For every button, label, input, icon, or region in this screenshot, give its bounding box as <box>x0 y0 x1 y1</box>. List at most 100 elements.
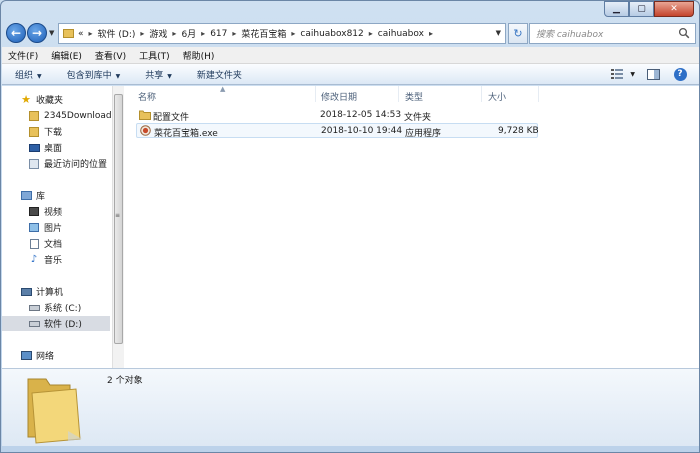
nav-item-documents[interactable]: 文档 <box>28 236 62 251</box>
menu-view[interactable]: 查看(V) <box>95 49 126 62</box>
include-library-label: 包含到库中 <box>66 70 112 81</box>
content-area: ★ 收藏夹 2345Downloads 下载 桌面 最近访问的位置 库 视频 图… <box>2 85 699 368</box>
nav-item-videos[interactable]: 视频 <box>28 204 62 219</box>
scrollbar-grip-icon: ≡ <box>115 212 121 219</box>
breadcrumb-overflow[interactable]: « <box>78 29 84 39</box>
nav-label: 系统 (C:) <box>44 304 82 314</box>
column-divider[interactable] <box>315 86 316 102</box>
forward-arrow-icon: → <box>31 26 43 40</box>
view-controls: ▼ ? <box>601 66 689 82</box>
details-view-icon <box>611 69 624 79</box>
recent-places-icon <box>28 158 40 169</box>
chevron-down-icon[interactable]: ▼ <box>630 71 635 78</box>
menu-tools[interactable]: 工具(T) <box>139 49 170 62</box>
close-button[interactable]: ✕ <box>654 1 694 17</box>
breadcrumb-separator-icon[interactable]: ▸ <box>201 29 205 38</box>
nav-favorites[interactable]: ★ 收藏夹 <box>20 92 63 107</box>
video-icon <box>28 206 40 217</box>
nav-item-2345downloads[interactable]: 2345Downloads <box>28 108 112 123</box>
chevron-down-icon: ▼ <box>115 72 121 80</box>
table-row[interactable]: 菜花百宝箱.exe 2018-10-10 19:44 应用程序 9,728 KB <box>136 123 539 139</box>
view-options-button[interactable] <box>610 66 628 82</box>
search-input[interactable]: 搜索 caihuabox <box>536 27 603 40</box>
star-icon: ★ <box>21 93 31 106</box>
breadcrumb-item[interactable]: caihuabox812 <box>300 29 363 39</box>
address-bar[interactable]: « ▸ 软件 (D:) ▸ 游戏 ▸ 6月 ▸ 617 ▸ 菜花百宝箱 ▸ ca… <box>58 23 506 44</box>
breadcrumb-separator-icon[interactable]: ▸ <box>140 29 144 38</box>
nav-libraries[interactable]: 库 <box>20 188 45 203</box>
breadcrumb-separator-icon[interactable]: ▸ <box>172 29 176 38</box>
search-box[interactable]: 搜索 caihuabox <box>529 23 696 44</box>
column-divider[interactable] <box>398 86 399 102</box>
back-arrow-icon: ← <box>10 26 22 40</box>
folder-icon <box>28 110 40 121</box>
column-divider[interactable] <box>481 86 482 102</box>
file-name: 菜花百宝箱.exe <box>154 129 218 139</box>
breadcrumb-item[interactable]: 6月 <box>181 27 196 40</box>
breadcrumb-item[interactable]: 菜花百宝箱 <box>241 27 286 40</box>
scrollbar-thumb[interactable] <box>114 94 123 344</box>
drive-icon <box>28 302 40 313</box>
nav-network[interactable]: 网络 <box>20 348 54 363</box>
breadcrumb-item[interactable]: caihuabox <box>378 29 424 39</box>
documents-icon <box>28 238 40 249</box>
share-button[interactable]: 共享 ▼ <box>145 68 172 81</box>
breadcrumb-separator-icon[interactable]: ▸ <box>89 29 93 38</box>
organize-label: 组织 <box>15 70 34 81</box>
navigation-scrollbar[interactable]: ≡ <box>112 86 124 368</box>
nav-item-drive-c[interactable]: 系统 (C:) <box>28 300 81 315</box>
breadcrumb-separator-icon[interactable]: ▸ <box>232 29 236 38</box>
refresh-button[interactable]: ↻ <box>508 23 528 44</box>
maximize-icon: ▢ <box>637 4 646 14</box>
column-header-size[interactable]: 大小 <box>488 90 506 103</box>
menu-edit[interactable]: 编辑(E) <box>51 49 82 62</box>
organize-button[interactable]: 组织 ▼ <box>15 68 42 81</box>
nav-label: 网络 <box>36 352 55 362</box>
drive-icon <box>28 318 40 329</box>
help-button[interactable]: ? <box>671 66 689 82</box>
help-icon: ? <box>673 67 687 81</box>
preview-pane-button[interactable] <box>644 66 662 82</box>
column-header-type[interactable]: 类型 <box>405 90 423 103</box>
nav-item-drive-d[interactable]: 软件 (D:) <box>2 316 110 331</box>
nav-item-music[interactable]: ♪ 音乐 <box>28 252 62 267</box>
file-date: 2018-10-10 19:44 <box>321 126 403 136</box>
refresh-icon: ↻ <box>513 27 523 40</box>
search-icon[interactable] <box>678 27 690 39</box>
navigation-pane: ★ 收藏夹 2345Downloads 下载 桌面 最近访问的位置 库 视频 图… <box>2 86 112 368</box>
pictures-icon <box>28 222 40 233</box>
chevron-down-icon[interactable]: ▼ <box>496 29 501 37</box>
nav-label: 图片 <box>44 224 63 234</box>
breadcrumb-item[interactable]: 软件 (D:) <box>98 27 136 40</box>
details-pane: 2 个对象 <box>2 368 699 446</box>
nav-computer[interactable]: 计算机 <box>20 284 63 299</box>
share-label: 共享 <box>145 70 164 81</box>
file-size: 9,728 KB <box>498 126 539 136</box>
breadcrumb-item[interactable]: 617 <box>210 29 227 39</box>
minimize-button[interactable]: ▁ <box>604 1 629 17</box>
breadcrumb-separator-icon[interactable]: ▸ <box>369 29 373 38</box>
back-button[interactable]: ← <box>6 23 26 43</box>
breadcrumb-separator-icon[interactable]: ▸ <box>429 29 433 38</box>
menu-file[interactable]: 文件(F) <box>8 49 38 62</box>
nav-item-desktop[interactable]: 桌面 <box>28 140 62 155</box>
navigation-row: ← → ▼ « ▸ 软件 (D:) ▸ 游戏 ▸ 6月 ▸ 617 ▸ 菜花百宝… <box>6 21 696 45</box>
nav-item-downloads[interactable]: 下载 <box>28 124 62 139</box>
nav-item-recent-places[interactable]: 最近访问的位置 <box>28 156 107 171</box>
column-header-date[interactable]: 修改日期 <box>321 90 357 103</box>
menu-help[interactable]: 帮助(H) <box>183 49 215 62</box>
breadcrumb-item[interactable]: 游戏 <box>149 27 167 40</box>
caption-buttons: ▁ ▢ ✕ <box>604 1 694 17</box>
column-header-name[interactable]: 名称 <box>138 90 156 103</box>
file-type: 文件夹 <box>404 113 432 123</box>
forward-button[interactable]: → <box>27 23 47 43</box>
recent-pages-dropdown[interactable]: ▼ <box>49 29 54 37</box>
explorer-window: ▁ ▢ ✕ ← → ▼ « ▸ 软件 (D:) ▸ 游戏 ▸ 6月 ▸ 617 … <box>0 0 700 453</box>
nav-item-pictures[interactable]: 图片 <box>28 220 62 235</box>
breadcrumb-separator-icon[interactable]: ▸ <box>291 29 295 38</box>
column-divider[interactable] <box>538 86 539 102</box>
new-folder-button[interactable]: 新建文件夹 <box>197 68 242 81</box>
table-row[interactable]: 配置文件 2018-12-05 14:53 文件夹 <box>136 108 538 123</box>
maximize-button[interactable]: ▢ <box>629 1 654 17</box>
include-library-button[interactable]: 包含到库中 ▼ <box>67 68 121 81</box>
